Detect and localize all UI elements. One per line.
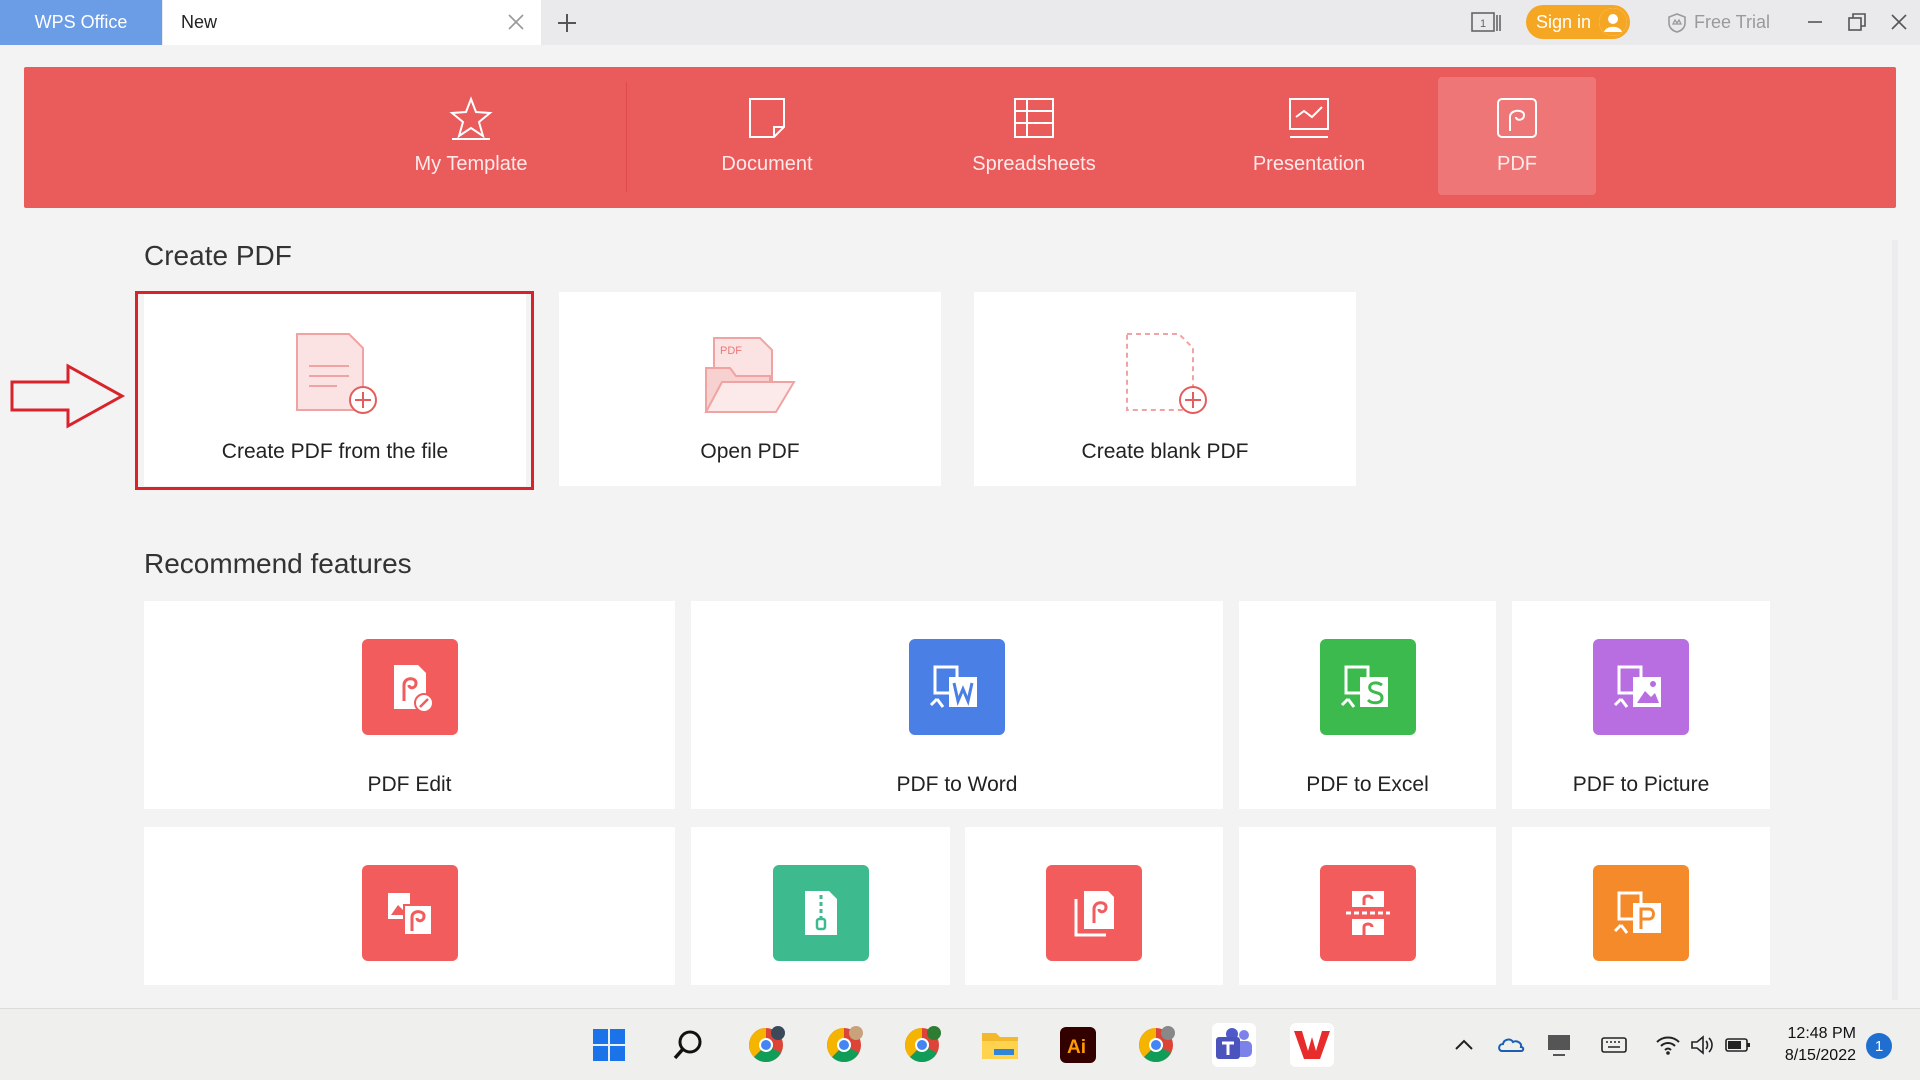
close-window-icon[interactable] (1887, 10, 1911, 34)
recommend-features-title: Recommend features (144, 548, 412, 579)
category-my-template[interactable]: My Template (346, 77, 596, 195)
feature-label: PDF Edit (367, 773, 452, 796)
display-icon[interactable] (1545, 1031, 1573, 1059)
create-pdf-title: Create PDF (144, 240, 292, 271)
star-icon (449, 96, 493, 140)
pdf-edit-card[interactable]: PDF Edit (144, 601, 675, 809)
tab-title: New (181, 12, 218, 32)
pdf-to-word-icon (909, 639, 1005, 735)
category-document[interactable]: Document (642, 77, 892, 195)
svg-text:Ai: Ai (1067, 1037, 1086, 1058)
category-banner: My Template Document Spreadsheets Presen… (24, 67, 1896, 208)
category-label: PDF (1497, 153, 1537, 175)
wps-office-taskbar-icon[interactable] (1290, 1023, 1334, 1067)
restore-icon[interactable] (1845, 10, 1869, 34)
onedrive-icon[interactable] (1497, 1031, 1525, 1059)
pdf-badge: PDF (720, 345, 742, 357)
pdf-merge-card[interactable] (965, 827, 1223, 985)
feature-label: PDF to Excel (1306, 773, 1429, 796)
scrollbar[interactable] (1892, 240, 1898, 1000)
pdf-folder-icon: PDF (704, 337, 796, 413)
new-tab-plus-icon[interactable] (553, 9, 581, 37)
pdf-to-word-card[interactable]: PDF to Word (691, 601, 1223, 809)
create-blank-pdf-card[interactable]: Create blank PDF (974, 292, 1356, 486)
chevron-up-icon[interactable] (1450, 1031, 1478, 1059)
crown-shield-icon (1668, 12, 1686, 33)
pdf-compress-card[interactable] (691, 827, 950, 985)
pdf-to-ppt-card[interactable] (1512, 827, 1770, 985)
free-trial-label: Free Trial (1694, 12, 1771, 32)
pdf-to-excel-card[interactable]: PDF to Excel (1239, 601, 1496, 809)
adobe-illustrator-icon[interactable]: Ai (1056, 1023, 1100, 1067)
clock-time: 12:48 PM (1787, 1025, 1856, 1042)
avatar-icon (1599, 8, 1627, 36)
keyboard-icon[interactable] (1600, 1031, 1628, 1059)
open-pdf-card[interactable]: PDF Open PDF (559, 292, 941, 486)
notification-badge[interactable]: 1 (1866, 1033, 1892, 1059)
card-label: Create blank PDF (1081, 440, 1249, 463)
svg-text:1: 1 (1480, 18, 1486, 30)
pdf-merge-icon (1046, 865, 1142, 961)
teams-icon[interactable] (1212, 1023, 1256, 1067)
highlight-box (135, 291, 534, 490)
category-label: My Template (414, 153, 528, 175)
pdf-to-excel-icon (1319, 639, 1416, 735)
sign-in-label: Sign in (1536, 11, 1592, 32)
pdf-edit-icon (361, 639, 458, 735)
sign-in-button[interactable]: Sign in (1526, 5, 1630, 39)
banner-divider (626, 82, 627, 192)
chrome-profile-1-icon[interactable] (744, 1023, 788, 1067)
windows-start-icon[interactable] (587, 1023, 631, 1067)
pdf-split-icon (1319, 865, 1416, 961)
arrow-annotation-icon (10, 363, 126, 429)
category-pdf[interactable]: PDF (1438, 77, 1596, 195)
feature-label: PDF to Word (896, 773, 1018, 796)
minimize-icon[interactable] (1803, 10, 1827, 34)
category-label: Presentation (1252, 153, 1366, 175)
pdf-icon (1497, 98, 1537, 138)
clock-date: 8/15/2022 (1784, 1047, 1856, 1064)
category-label: Spreadsheets (972, 153, 1096, 175)
volume-icon[interactable] (1688, 1031, 1716, 1059)
system-clock[interactable]: 12:48 PM 8/15/2022 (1760, 1023, 1856, 1067)
search-icon[interactable] (666, 1023, 710, 1067)
battery-icon[interactable] (1724, 1031, 1752, 1059)
pdf-compress-icon (772, 865, 869, 961)
picture-to-pdf-icon (361, 865, 458, 961)
chrome-profile-4-icon[interactable] (1134, 1023, 1178, 1067)
taskbar: Ai 12:48 PM 8/15/2022 1 (0, 1008, 1920, 1080)
pdf-to-picture-card[interactable]: PDF to Picture (1512, 601, 1770, 809)
category-presentation[interactable]: Presentation (1184, 77, 1434, 195)
file-explorer-icon[interactable] (978, 1023, 1022, 1067)
pdf-to-ppt-icon (1593, 865, 1689, 961)
picture-to-pdf-card[interactable] (144, 827, 675, 985)
wifi-icon[interactable] (1654, 1031, 1682, 1059)
tab-new[interactable]: New (163, 0, 541, 45)
free-trial-button[interactable]: Free Trial (1666, 0, 1770, 45)
chrome-profile-2-icon[interactable] (822, 1023, 866, 1067)
close-icon[interactable] (505, 11, 527, 33)
card-label: Open PDF (700, 440, 800, 463)
category-spreadsheets[interactable]: Spreadsheets (909, 77, 1159, 195)
presentation-icon (1289, 98, 1329, 138)
blank-file-plus-icon (1126, 333, 1207, 414)
feature-label: PDF to Picture (1572, 773, 1710, 796)
title-bar: WPS Office New 1 Sign in Free Trial (0, 0, 1920, 45)
category-label: Document (721, 153, 813, 175)
spreadsheet-icon (1014, 98, 1054, 138)
chrome-profile-3-icon[interactable] (900, 1023, 944, 1067)
app-tab-wps-office[interactable]: WPS Office (0, 0, 162, 45)
pdf-split-card[interactable] (1239, 827, 1496, 985)
pdf-to-picture-icon (1593, 639, 1689, 735)
window-layout-icon[interactable]: 1 (1470, 10, 1502, 36)
document-icon (749, 98, 785, 138)
